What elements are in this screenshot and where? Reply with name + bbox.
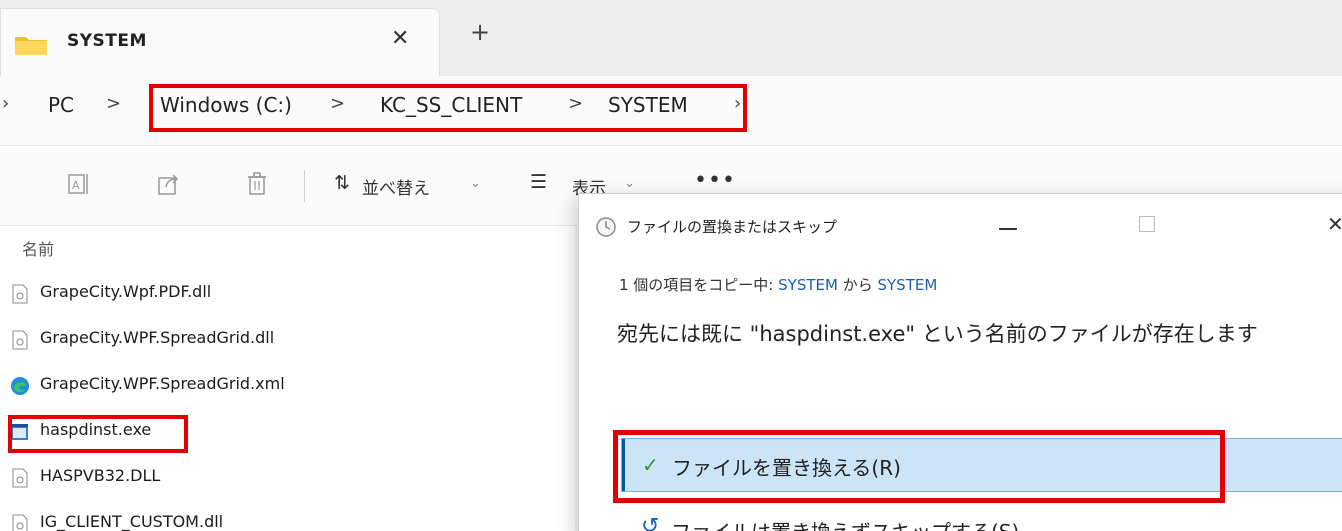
- edge-xml-icon: [11, 377, 29, 395]
- sort-button-label[interactable]: 並べ替え: [362, 174, 430, 199]
- replace-or-skip-dialog: ファイルの置換またはスキップ ✕ 1 個の項目をコピー中: SYSTEM から …: [578, 193, 1342, 531]
- more-options-button[interactable]: •••: [694, 168, 736, 193]
- dll-file-icon: [12, 514, 28, 531]
- tab-close-icon[interactable]: ✕: [391, 26, 409, 51]
- maximize-icon[interactable]: [1139, 216, 1155, 232]
- file-name: GrapeCity.WPF.SpreadGrid.xml: [40, 374, 285, 393]
- file-row[interactable]: GrapeCity.Wpf.PDF.dll: [0, 270, 575, 316]
- file-row[interactable]: GrapeCity.WPF.SpreadGrid.xml: [0, 362, 575, 408]
- tab-strip: SYSTEM ✕ +: [0, 0, 1342, 76]
- breadcrumb-separator[interactable]: >: [106, 93, 121, 114]
- dialog-message: 宛先には既に "haspdinst.exe" という名前のファイルが存在します: [617, 322, 1258, 346]
- skip-file-option[interactable]: ↺ ファイルは置き換えずスキップする(S): [621, 508, 1342, 531]
- file-row[interactable]: GrapeCity.WPF.SpreadGrid.dll: [0, 316, 575, 362]
- file-list: 名前 GrapeCity.Wpf.PDF.dll GrapeCity.WPF.S…: [0, 226, 575, 531]
- copy-status-line: 1 個の項目をコピー中: SYSTEM から SYSTEM: [619, 274, 937, 295]
- replace-highlight-box: [613, 430, 1225, 503]
- tab-system[interactable]: SYSTEM ✕: [0, 8, 440, 76]
- rename-icon[interactable]: A: [68, 172, 90, 196]
- share-icon[interactable]: [158, 172, 180, 196]
- delete-icon[interactable]: [246, 172, 268, 196]
- skip-arrow-icon: ↺: [641, 514, 660, 531]
- toolbar-divider: [304, 170, 305, 202]
- view-icon[interactable]: ☰: [530, 171, 547, 193]
- sort-dropdown-chevron-icon[interactable]: ⌄: [470, 176, 481, 191]
- dialog-close-icon[interactable]: ✕: [1327, 212, 1342, 236]
- svg-text:A: A: [72, 179, 80, 192]
- file-name: HASPVB32.DLL: [40, 466, 161, 485]
- dialog-titlebar[interactable]: ファイルの置換またはスキップ ✕: [579, 194, 1342, 260]
- file-row[interactable]: IG_CLIENT_CUSTOM.dll: [0, 500, 575, 531]
- copy-dest-link[interactable]: SYSTEM: [877, 276, 937, 294]
- skip-file-label: ファイルは置き換えずスキップする(S): [671, 516, 1019, 531]
- file-name: IG_CLIENT_CUSTOM.dll: [40, 512, 224, 531]
- file-row[interactable]: HASPVB32.DLL: [0, 454, 575, 500]
- dll-file-icon: [12, 330, 28, 350]
- copy-middle: から: [837, 276, 878, 294]
- view-dropdown-chevron-icon[interactable]: ⌄: [624, 176, 635, 191]
- file-highlight-box: [8, 415, 188, 453]
- breadcrumb-pc[interactable]: PC: [48, 93, 74, 117]
- minimize-icon[interactable]: [999, 228, 1017, 230]
- new-tab-button[interactable]: +: [470, 18, 490, 46]
- dialog-title: ファイルの置換またはスキップ: [627, 218, 838, 236]
- tab-title: SYSTEM: [67, 31, 147, 51]
- file-name: GrapeCity.Wpf.PDF.dll: [40, 282, 212, 301]
- sort-icon[interactable]: ⇅: [334, 172, 350, 194]
- clock-icon: [596, 217, 616, 237]
- folder-icon: [15, 37, 47, 55]
- dll-file-icon: [12, 284, 28, 304]
- dll-file-icon: [12, 468, 28, 488]
- address-bar[interactable]: › PC > Windows (C:) > KC_SS_CLIENT > SYS…: [0, 76, 1342, 146]
- copy-source-link[interactable]: SYSTEM: [778, 276, 838, 294]
- copy-prefix: 1 個の項目をコピー中:: [619, 276, 779, 294]
- file-name: GrapeCity.WPF.SpreadGrid.dll: [40, 328, 275, 347]
- breadcrumb-left-chevron-icon[interactable]: ›: [2, 93, 9, 114]
- path-highlight-box: [149, 84, 747, 132]
- column-header-name[interactable]: 名前: [22, 236, 54, 260]
